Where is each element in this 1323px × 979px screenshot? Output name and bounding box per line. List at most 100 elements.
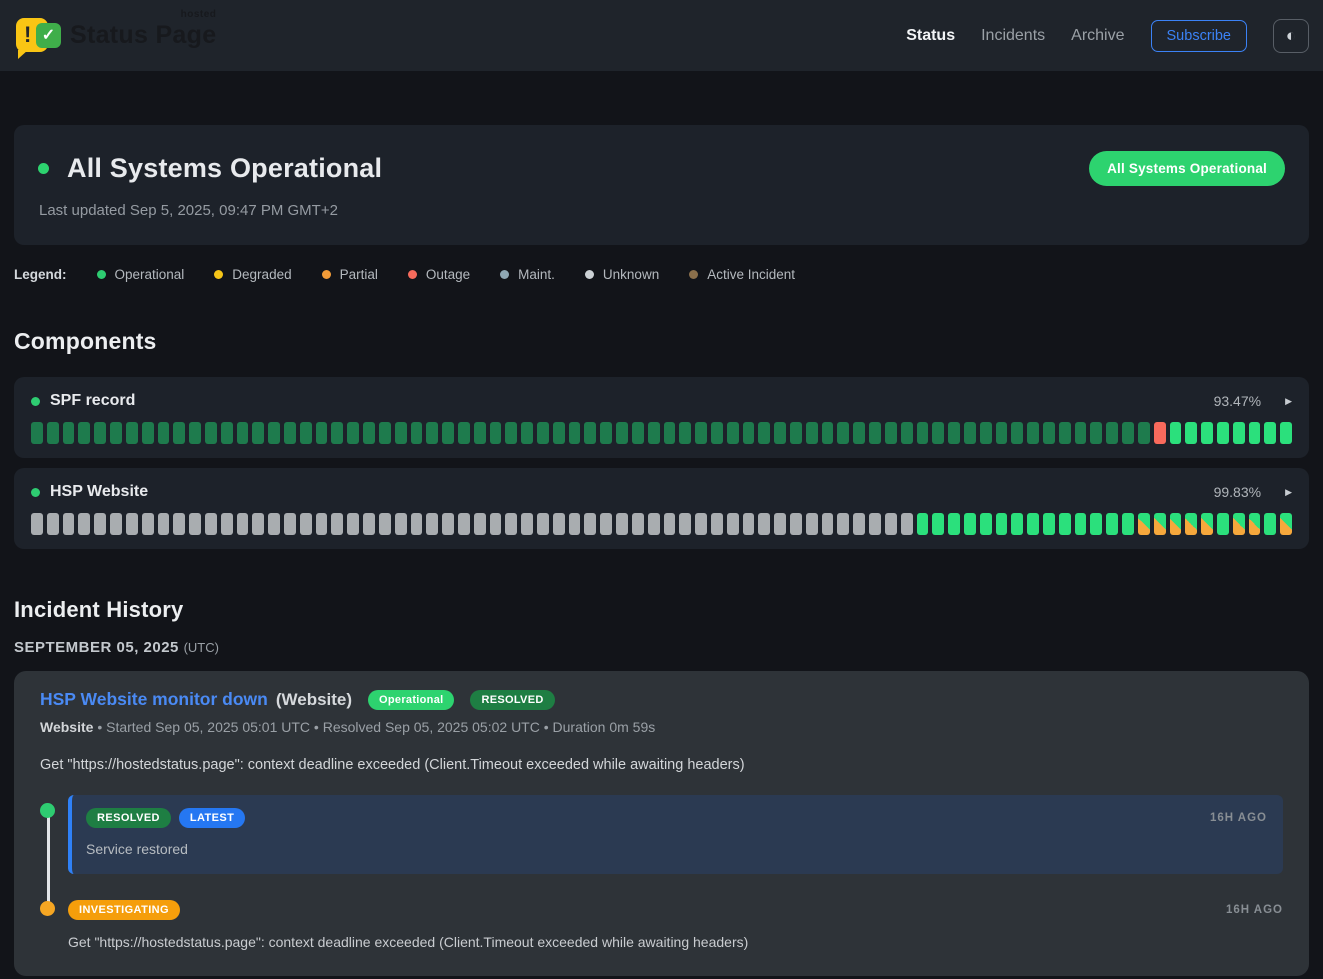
uptime-bar-op_dark[interactable] (521, 422, 533, 444)
uptime-bar-nodata[interactable] (853, 513, 865, 535)
theme-toggle-button[interactable]: ◐ (1273, 19, 1309, 53)
uptime-bar-nodata[interactable] (537, 513, 549, 535)
uptime-bar-nodata[interactable] (331, 513, 343, 535)
uptime-bar-op_dark[interactable] (31, 422, 43, 444)
uptime-bar-op_dark[interactable] (1138, 422, 1150, 444)
uptime-bar-op_dark[interactable] (790, 422, 802, 444)
expand-arrow-icon[interactable]: ▶ (1285, 396, 1292, 407)
uptime-bar-op[interactable] (964, 513, 976, 535)
uptime-bar-nodata[interactable] (727, 513, 739, 535)
uptime-bar-nodata[interactable] (252, 513, 264, 535)
uptime-bar-op[interactable] (1075, 513, 1087, 535)
uptime-bar-nodata[interactable] (458, 513, 470, 535)
uptime-bar-nodata[interactable] (284, 513, 296, 535)
uptime-bar-op[interactable] (980, 513, 992, 535)
uptime-bar-nodata[interactable] (173, 513, 185, 535)
uptime-bar-op_dark[interactable] (727, 422, 739, 444)
uptime-bar-nodata[interactable] (189, 513, 201, 535)
uptime-bar-op_dark[interactable] (426, 422, 438, 444)
uptime-bar-nodata[interactable] (300, 513, 312, 535)
uptime-bar-nodata[interactable] (758, 513, 770, 535)
uptime-bar-op_dark[interactable] (331, 422, 343, 444)
uptime-bar-nodata[interactable] (869, 513, 881, 535)
uptime-bar-op_dark[interactable] (1122, 422, 1134, 444)
uptime-bar-mixed[interactable] (1233, 513, 1245, 535)
uptime-bar-nodata[interactable] (142, 513, 154, 535)
uptime-bar-op_dark[interactable] (584, 422, 596, 444)
uptime-bar-op[interactable] (1233, 422, 1245, 444)
uptime-bar-nodata[interactable] (553, 513, 565, 535)
uptime-bar-nodata[interactable] (790, 513, 802, 535)
uptime-bar-op_dark[interactable] (268, 422, 280, 444)
uptime-bar-mixed[interactable] (1201, 513, 1213, 535)
uptime-bar-op_dark[interactable] (505, 422, 517, 444)
uptime-bar-op_dark[interactable] (1090, 422, 1102, 444)
uptime-bar-nodata[interactable] (47, 513, 59, 535)
uptime-bar-op[interactable] (1027, 513, 1039, 535)
uptime-bar-op_dark[interactable] (901, 422, 913, 444)
uptime-bar-op_dark[interactable] (664, 422, 676, 444)
uptime-bar-op_dark[interactable] (1075, 422, 1087, 444)
uptime-bar-op_dark[interactable] (316, 422, 328, 444)
uptime-bar-op_dark[interactable] (885, 422, 897, 444)
uptime-bar-nodata[interactable] (616, 513, 628, 535)
uptime-bar-op_dark[interactable] (853, 422, 865, 444)
uptime-bar-op[interactable] (1106, 513, 1118, 535)
uptime-bar-op[interactable] (932, 513, 944, 535)
uptime-bar-op_dark[interactable] (648, 422, 660, 444)
uptime-bar-nodata[interactable] (743, 513, 755, 535)
uptime-bar-mixed[interactable] (1170, 513, 1182, 535)
uptime-bar-op_dark[interactable] (47, 422, 59, 444)
uptime-bar-op_dark[interactable] (142, 422, 154, 444)
uptime-bar-op_dark[interactable] (458, 422, 470, 444)
uptime-bar-op_dark[interactable] (822, 422, 834, 444)
uptime-bar-nodata[interactable] (648, 513, 660, 535)
uptime-bar-nodata[interactable] (110, 513, 122, 535)
uptime-bar-op_dark[interactable] (284, 422, 296, 444)
uptime-bar-op_dark[interactable] (695, 422, 707, 444)
uptime-bar-op_dark[interactable] (1011, 422, 1023, 444)
uptime-bar-op[interactable] (1043, 513, 1055, 535)
uptime-bar-nodata[interactable] (885, 513, 897, 535)
uptime-bar-nodata[interactable] (490, 513, 502, 535)
uptime-bar-nodata[interactable] (316, 513, 328, 535)
uptime-bar-op[interactable] (1201, 422, 1213, 444)
uptime-bar-op_dark[interactable] (490, 422, 502, 444)
uptime-bar-nodata[interactable] (379, 513, 391, 535)
uptime-bar-mixed[interactable] (1249, 513, 1261, 535)
uptime-bar-op_dark[interactable] (94, 422, 106, 444)
uptime-bar-nodata[interactable] (632, 513, 644, 535)
uptime-bar-op_dark[interactable] (774, 422, 786, 444)
component-row-spf-record[interactable]: SPF record 93.47% ▶ (31, 392, 1292, 410)
uptime-bar-op_dark[interactable] (158, 422, 170, 444)
uptime-bar-op_dark[interactable] (221, 422, 233, 444)
uptime-bar-op[interactable] (996, 513, 1008, 535)
nav-item-archive[interactable]: Archive (1071, 27, 1124, 45)
uptime-bar-op_dark[interactable] (679, 422, 691, 444)
uptime-bar-op_dark[interactable] (743, 422, 755, 444)
uptime-bar-op_dark[interactable] (1043, 422, 1055, 444)
uptime-bar-nodata[interactable] (600, 513, 612, 535)
uptime-bar-nodata[interactable] (426, 513, 438, 535)
uptime-bar-nodata[interactable] (347, 513, 359, 535)
uptime-bar-mixed[interactable] (1138, 513, 1150, 535)
brand-logo[interactable]: ! ✓ hosted Status Page (14, 14, 216, 58)
uptime-bar-op_dark[interactable] (78, 422, 90, 444)
uptime-bar-op_dark[interactable] (980, 422, 992, 444)
uptime-bar-nodata[interactable] (94, 513, 106, 535)
uptime-bar-op_dark[interactable] (474, 422, 486, 444)
uptime-bar-nodata[interactable] (237, 513, 249, 535)
uptime-bar-op[interactable] (1264, 422, 1276, 444)
uptime-bar-op_dark[interactable] (948, 422, 960, 444)
uptime-bar-nodata[interactable] (901, 513, 913, 535)
uptime-bar-op_dark[interactable] (1059, 422, 1071, 444)
uptime-bar-nodata[interactable] (569, 513, 581, 535)
uptime-bar-op_dark[interactable] (758, 422, 770, 444)
uptime-bar-op[interactable] (1122, 513, 1134, 535)
uptime-bar-nodata[interactable] (63, 513, 75, 535)
uptime-bar-nodata[interactable] (78, 513, 90, 535)
uptime-bar-nodata[interactable] (221, 513, 233, 535)
uptime-bar-nodata[interactable] (584, 513, 596, 535)
uptime-bar-nodata[interactable] (664, 513, 676, 535)
uptime-bar-op_dark[interactable] (237, 422, 249, 444)
